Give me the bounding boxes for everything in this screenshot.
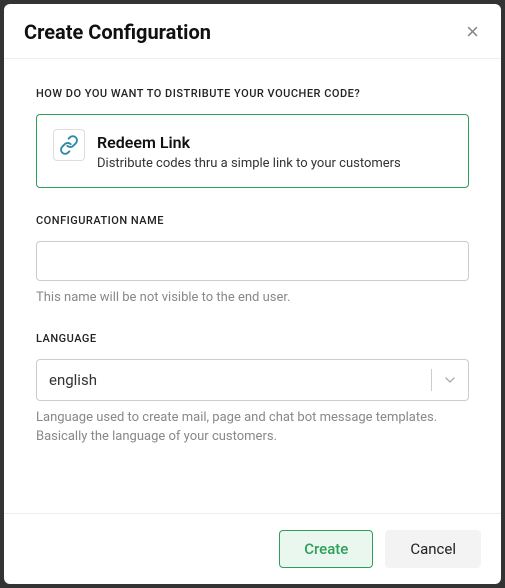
distribute-question-label: HOW DO YOU WANT TO DISTRIBUTE YOUR VOUCH… [36,87,469,100]
cancel-button[interactable]: Cancel [385,530,481,568]
create-configuration-modal: Create Configuration × HOW DO YOU WANT T… [4,4,501,584]
close-button[interactable]: × [464,21,481,43]
language-selected-value: english [37,371,431,389]
distribution-option-redeem-link[interactable]: Redeem Link Distribute codes thru a simp… [36,114,469,188]
language-helper: Language used to create mail, page and c… [36,409,469,447]
modal-title: Create Configuration [24,20,211,44]
chevron-down-icon [432,372,468,388]
option-description: Distribute codes thru a simple link to y… [97,156,452,171]
configuration-name-group: CONFIGURATION NAME This name will be not… [36,214,469,308]
option-title: Redeem Link [97,129,452,152]
option-text: Redeem Link Distribute codes thru a simp… [97,129,452,171]
language-label: LANGUAGE [36,332,469,345]
create-button[interactable]: Create [279,530,373,568]
modal-footer: Create Cancel [4,513,501,584]
configuration-name-label: CONFIGURATION NAME [36,214,469,227]
close-icon: × [466,19,479,44]
configuration-name-input[interactable] [36,241,469,281]
link-icon [53,129,85,161]
language-group: LANGUAGE english Language used to create… [36,332,469,447]
modal-header: Create Configuration × [4,4,501,59]
modal-body: HOW DO YOU WANT TO DISTRIBUTE YOUR VOUCH… [4,59,501,513]
language-select[interactable]: english [36,359,469,401]
configuration-name-helper: This name will be not visible to the end… [36,289,469,308]
